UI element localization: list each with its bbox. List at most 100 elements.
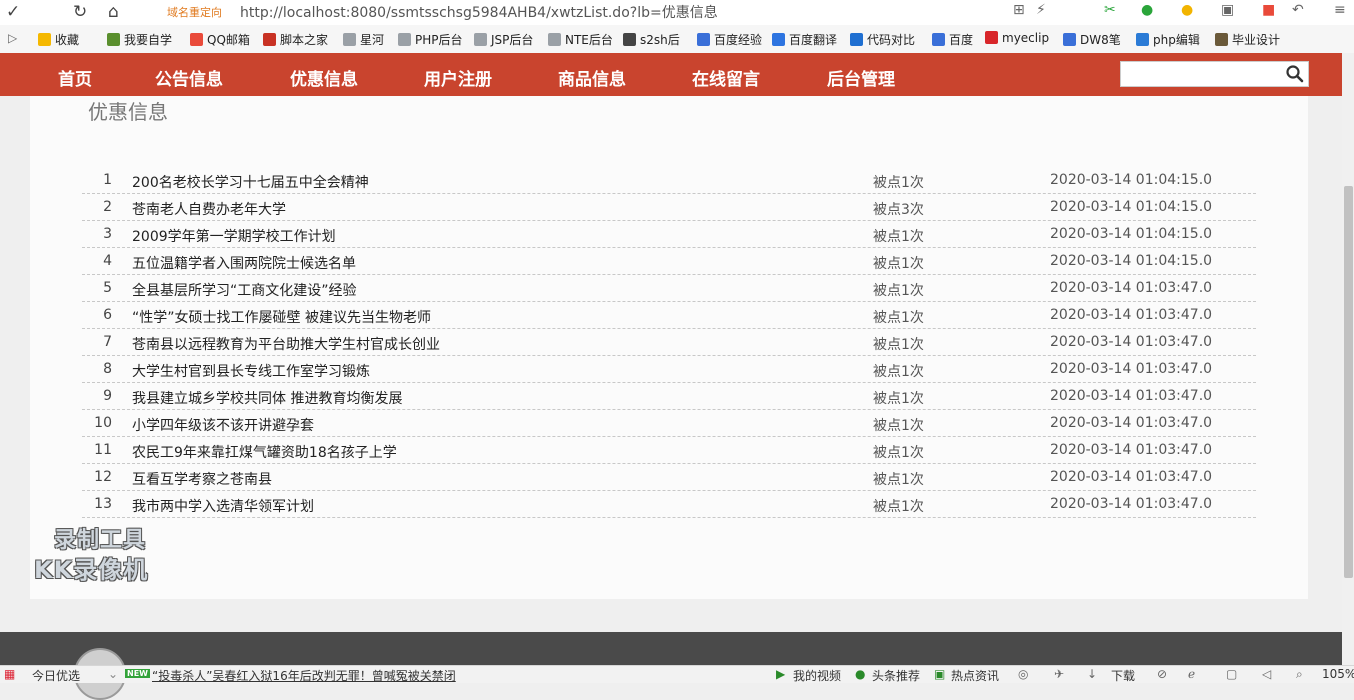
url-field[interactable]: http://localhost:8080/ssmtsschsg5984AHB4… bbox=[240, 2, 718, 22]
bookmark-label: 脚本之家 bbox=[280, 33, 329, 47]
window-icon[interactable]: ▢ bbox=[1226, 667, 1237, 681]
download-icon[interactable]: ↓ bbox=[1087, 667, 1097, 681]
row-date: 2020-03-14 01:03:47.0 bbox=[1050, 415, 1213, 431]
bookmark-item[interactable]: 脚本之家 bbox=[263, 31, 328, 48]
scrollbar-thumb[interactable] bbox=[1344, 186, 1353, 578]
baidu-paw-icon bbox=[697, 33, 710, 46]
row-divider bbox=[82, 382, 1256, 383]
search-icon[interactable] bbox=[1284, 63, 1306, 85]
bookmark-item[interactable]: 收藏 bbox=[38, 31, 79, 48]
bookmark-item[interactable]: 毕业设计 bbox=[1215, 31, 1280, 48]
row-click-count: 被点1次 bbox=[873, 472, 924, 488]
bookmark-item[interactable]: s2sh后 bbox=[623, 31, 680, 48]
row-title-link[interactable]: 小学四年级该不该开讲避孕套 bbox=[132, 415, 314, 435]
bookmark-label: 百度翻译 bbox=[789, 33, 838, 47]
translate-ext-icon[interactable]: ● bbox=[1141, 2, 1153, 18]
nav-products[interactable]: 商品信息 bbox=[558, 65, 626, 90]
page-icon bbox=[474, 33, 487, 46]
bookmark-item[interactable]: 代码对比 bbox=[850, 31, 915, 48]
bookmark-label: QQ邮箱 bbox=[207, 33, 250, 47]
screenshot-icon[interactable]: ▣ bbox=[1221, 2, 1234, 18]
hot-news[interactable]: 热点资讯 bbox=[951, 667, 999, 684]
menu-icon[interactable]: ≡ bbox=[1334, 2, 1346, 18]
refresh-icon[interactable]: ↻ bbox=[73, 2, 87, 22]
home-icon[interactable]: ⌂ bbox=[108, 2, 119, 22]
bookmark-item[interactable]: php编辑 bbox=[1136, 31, 1200, 48]
row-title-link[interactable]: 苍南县以远程教育为平台助推大学生村官成长创业 bbox=[132, 334, 440, 354]
today-picks[interactable]: 今日优选 bbox=[32, 667, 80, 684]
nav-admin[interactable]: 后台管理 bbox=[827, 65, 895, 90]
lightning-icon[interactable]: ⚡ bbox=[1036, 2, 1046, 18]
back-icon[interactable]: ✓ bbox=[6, 2, 20, 22]
headline-recommend[interactable]: 头条推荐 bbox=[872, 667, 920, 684]
search-input[interactable] bbox=[1120, 61, 1309, 87]
row-divider bbox=[82, 247, 1256, 248]
bookmark-item[interactable]: JSP后台 bbox=[474, 31, 533, 48]
row-title-link[interactable]: 我县建立城乡学校共同体 推进教育均衡发展 bbox=[132, 388, 402, 408]
coin-icon[interactable]: ● bbox=[1181, 2, 1193, 18]
row-divider bbox=[82, 436, 1256, 437]
new-badge: NEW bbox=[125, 669, 150, 678]
nav-announcements[interactable]: 公告信息 bbox=[155, 65, 223, 90]
row-number: 5 bbox=[103, 280, 112, 296]
nav-home[interactable]: 首页 bbox=[58, 65, 92, 90]
row-title-link[interactable]: 我市两中学入选清华领军计划 bbox=[132, 496, 314, 516]
row-title-link[interactable]: 大学生村官到县长专线工作室学习锻炼 bbox=[132, 361, 370, 381]
ie-icon[interactable]: ⊘ bbox=[1157, 667, 1167, 681]
row-title-link[interactable]: 苍南老人自费办老年大学 bbox=[132, 199, 286, 219]
speed-icon[interactable]: ◎ bbox=[1018, 667, 1028, 681]
nav-register[interactable]: 用户注册 bbox=[424, 65, 492, 90]
row-click-count: 被点1次 bbox=[873, 499, 924, 515]
undo-icon[interactable]: ↶ bbox=[1292, 2, 1304, 18]
row-divider bbox=[82, 220, 1256, 221]
bookmark-label: 收藏 bbox=[55, 33, 80, 47]
bookmark-label: 百度 bbox=[949, 33, 974, 47]
sidebar-toggle-icon[interactable]: ▷ bbox=[8, 31, 17, 45]
tools-icon[interactable]: ✈ bbox=[1054, 667, 1064, 681]
bookmark-label: JSP后台 bbox=[491, 33, 534, 47]
row-number: 2 bbox=[103, 199, 112, 215]
bookmark-label: s2sh后 bbox=[640, 33, 680, 47]
my-videos[interactable]: 我的视频 bbox=[793, 667, 841, 684]
row-click-count: 被点1次 bbox=[873, 229, 924, 245]
row-title-link[interactable]: 五位温籍学者入围两院院士候选名单 bbox=[132, 253, 356, 273]
hot-icon: ▣ bbox=[934, 667, 946, 681]
nav-messages[interactable]: 在线留言 bbox=[692, 65, 760, 90]
row-title-link[interactable]: 农民工9年来靠扛煤气罐资助18名孩子上学 bbox=[132, 442, 397, 462]
row-title-link[interactable]: 互看互学考察之苍南县 bbox=[132, 469, 272, 489]
scissors-icon[interactable]: ✂ bbox=[1104, 2, 1116, 18]
zoom-level[interactable]: 105% bbox=[1322, 667, 1354, 681]
bookmark-item[interactable]: 我要自学 bbox=[107, 31, 172, 48]
zoom-icon[interactable]: ⌕ bbox=[1296, 667, 1303, 682]
address-bar: ✓ ↻ ⌂ 域名重定向 http://localhost:8080/ssmtss… bbox=[0, 0, 1354, 25]
row-number: 8 bbox=[103, 361, 112, 377]
bookmark-item[interactable]: 百度翻译 bbox=[772, 31, 837, 48]
bookmark-item[interactable]: 百度 bbox=[932, 31, 973, 48]
row-title-link[interactable]: “性学”女硕士找工作屡碰壁 被建议先当生物老师 bbox=[132, 307, 431, 327]
chevron-down-icon[interactable]: ⌄ bbox=[108, 667, 118, 681]
headline-link[interactable]: “投毒杀人”吴春红入狱16年后改判无罪！曾喊冤被关禁闭 bbox=[152, 667, 456, 684]
bookmark-item[interactable]: PHP后台 bbox=[398, 31, 463, 48]
bookmark-item[interactable]: QQ邮箱 bbox=[190, 31, 250, 48]
row-title-link[interactable]: 全县基层所学习“工商文化建设”经验 bbox=[132, 280, 357, 300]
apps-icon[interactable]: ■ bbox=[1262, 2, 1275, 18]
row-title-link[interactable]: 200名老校长学习十七届五中全会精神 bbox=[132, 172, 369, 192]
nav-discounts[interactable]: 优惠信息 bbox=[290, 65, 358, 90]
bookmark-item[interactable]: DW8笔 bbox=[1063, 31, 1121, 48]
speaker-icon[interactable]: ◁ bbox=[1262, 667, 1271, 681]
bookmark-item[interactable]: NTE后台 bbox=[548, 31, 613, 48]
bookmark-item[interactable]: 百度经验 bbox=[697, 31, 762, 48]
row-number: 10 bbox=[94, 415, 112, 431]
page-footer bbox=[0, 632, 1342, 665]
bookmark-label: 我要自学 bbox=[124, 33, 173, 47]
baidu-paw-icon bbox=[932, 33, 945, 46]
grid-icon[interactable]: ⊞ bbox=[1013, 2, 1025, 18]
row-number: 9 bbox=[103, 388, 112, 404]
row-title-link[interactable]: 2009学年第一学期学校工作计划 bbox=[132, 226, 336, 246]
browser-status-bar: ▦ 今日优选 ⌄ NEW “投毒杀人”吴春红入狱16年后改判无罪！曾喊冤被关禁闭… bbox=[0, 665, 1354, 683]
browser-icon[interactable]: ℯ bbox=[1188, 667, 1195, 681]
bookmark-item[interactable]: myeclip bbox=[985, 31, 1049, 45]
row-date: 2020-03-14 01:03:47.0 bbox=[1050, 388, 1213, 404]
download-label[interactable]: 下载 bbox=[1111, 667, 1135, 684]
bookmark-item[interactable]: 星河 bbox=[343, 31, 384, 48]
